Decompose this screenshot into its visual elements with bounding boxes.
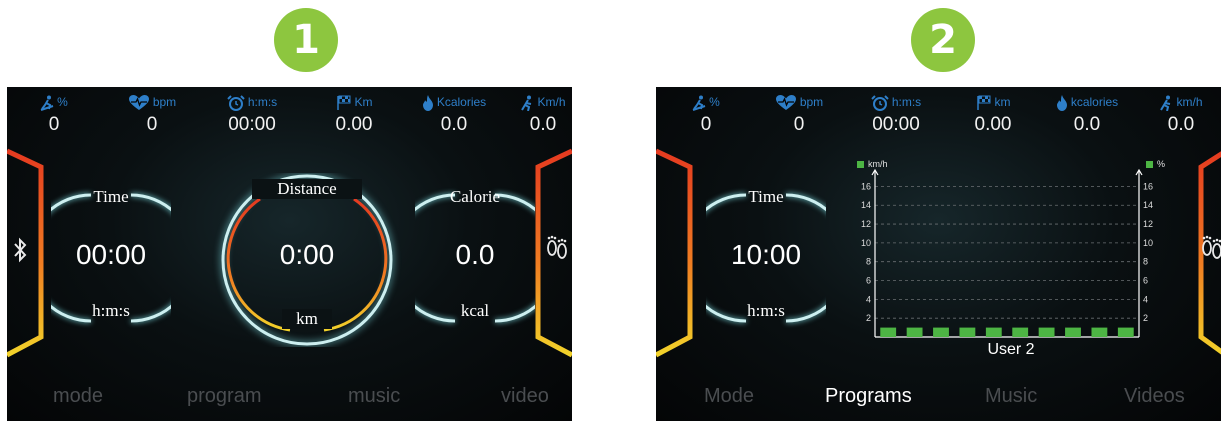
chart-bar: [985, 327, 1002, 337]
chart-bar: [1117, 327, 1134, 337]
tab-music[interactable]: music: [348, 385, 400, 408]
stats-bar: % 0 bpm 0 h:m:s 00:00 Km 0.00 Kcalories …: [7, 91, 572, 151]
stat-distance: km 0.00: [948, 91, 1038, 137]
chart-bar: [880, 327, 897, 337]
runner-icon: [521, 95, 532, 112]
time-label: Time: [93, 187, 129, 206]
tab-music[interactable]: Music: [985, 385, 1037, 408]
distance-label: Distance: [252, 179, 362, 199]
right-tick-label: 8: [1143, 257, 1148, 267]
bluetooth-icon[interactable]: [13, 237, 27, 263]
left-tick-label: 2: [866, 313, 871, 323]
stat-heart-rate: bpm 0: [107, 91, 197, 137]
step-badge-2: 2: [911, 8, 975, 72]
chart-bar: [1012, 327, 1029, 337]
calorie-label: Calorie: [449, 187, 501, 206]
chart-bar: [1091, 327, 1108, 337]
flame-icon: [422, 94, 433, 111]
tab-program[interactable]: program: [187, 385, 261, 408]
left-tick-label: 10: [861, 238, 871, 248]
stat-calories-value: 0.0: [440, 114, 468, 135]
stat-calories: Kcalories 0.0: [409, 91, 499, 137]
tab-video[interactable]: video: [501, 385, 549, 408]
left-tick-label: 16: [861, 181, 871, 191]
right-tick-label: 10: [1143, 238, 1153, 248]
tab-programs[interactable]: Programs: [825, 385, 912, 408]
heart-pulse-icon: [128, 94, 149, 110]
footprints-icon[interactable]: [1200, 233, 1221, 261]
left-tick-label: 4: [866, 294, 871, 304]
time-value: 10:00: [730, 239, 802, 270]
bottom-tabs: mode program music video: [7, 381, 572, 421]
legend-speed: km/h: [857, 159, 888, 169]
right-tick-label: 12: [1143, 219, 1153, 229]
left-tick-label: 14: [861, 200, 871, 210]
incline-runner-icon: [692, 95, 706, 111]
stat-time-value: 00:00: [228, 114, 276, 135]
right-tick-label: 14: [1143, 200, 1153, 210]
left-tick-label: 6: [866, 276, 871, 286]
tab-mode[interactable]: Mode: [704, 385, 754, 408]
left-tick-label: 12: [861, 219, 871, 229]
right-tick-label: 4: [1143, 294, 1148, 304]
stat-distance-value: 0.00: [974, 114, 1012, 135]
stat-time: h:m:s 00:00: [207, 91, 297, 137]
legend-incline: %: [1146, 159, 1165, 169]
stat-incline-value: 0: [48, 114, 60, 135]
stat-time-value: 00:00: [872, 114, 920, 135]
stat-speed: Km/h 0.0: [498, 91, 572, 137]
alarm-clock-icon: [871, 95, 889, 111]
chart-bar: [933, 327, 949, 337]
chart-bar: [906, 327, 923, 337]
chart-title: User 2: [987, 341, 1035, 358]
stat-calories: kcalories 0.0: [1042, 91, 1132, 137]
left-bracket: [656, 148, 693, 358]
runner-icon: [1160, 95, 1171, 112]
stat-time: h:m:s 00:00: [851, 91, 941, 137]
bottom-tabs: Mode Programs Music Videos: [656, 381, 1221, 421]
checkered-flag-icon: [336, 95, 350, 110]
checkered-flag-icon: [976, 95, 990, 110]
stat-speed-value: 0.0: [529, 114, 557, 135]
time-label: Time: [748, 187, 784, 206]
right-tick-label: 6: [1143, 276, 1148, 286]
incline-runner-icon: [40, 95, 54, 111]
stat-incline-value: 0: [700, 114, 712, 135]
chart-bar: [959, 327, 976, 337]
calorie-unit: kcal: [460, 301, 490, 320]
program-bar-chart: 2 4 6 8 10 12 14 16 2 4 6 8 10 12 14 16: [861, 169, 1153, 338]
stat-heart-rate-value: 0: [146, 114, 158, 135]
chart-bar: [1038, 327, 1055, 337]
stat-incline: % 0: [9, 91, 99, 137]
calorie-value: 0.0: [455, 239, 495, 270]
stats-bar: % 0 bpm 0 h:m:s 00:00 km 0.00 kcalories …: [656, 91, 1221, 151]
alarm-clock-icon: [227, 95, 245, 111]
heart-pulse-icon: [775, 94, 796, 110]
treadmill-screen-2: % 0 bpm 0 h:m:s 00:00 km 0.00 kcalories …: [656, 87, 1221, 421]
tab-videos[interactable]: Videos: [1124, 385, 1185, 408]
stat-heart-rate: bpm 0: [754, 91, 844, 137]
stat-distance-value: 0.00: [335, 114, 373, 135]
time-unit: h:m:s: [92, 301, 130, 320]
step-badge-1: 1: [274, 8, 338, 72]
flame-icon: [1056, 94, 1067, 111]
distance-unit: km: [282, 309, 332, 329]
time-unit: h:m:s: [747, 301, 785, 320]
stat-speed: km/h 0.0: [1136, 91, 1221, 137]
time-value: 00:00: [75, 239, 147, 270]
footprints-icon[interactable]: [545, 233, 569, 261]
right-tick-label: 2: [1143, 313, 1148, 323]
treadmill-screen-1: % 0 bpm 0 h:m:s 00:00 Km 0.00 Kcalories …: [7, 87, 572, 421]
stat-heart-rate-value: 0: [793, 114, 805, 135]
stat-calories-value: 0.0: [1073, 114, 1101, 135]
tab-mode[interactable]: mode: [53, 385, 103, 408]
left-tick-label: 8: [866, 257, 871, 267]
chart-bar: [1065, 327, 1081, 337]
right-tick-label: 16: [1143, 181, 1153, 191]
stat-distance: Km 0.00: [309, 91, 399, 137]
stat-incline: % 0: [661, 91, 751, 137]
stat-speed-value: 0.0: [1167, 114, 1195, 135]
distance-value: 0:00: [279, 239, 335, 270]
